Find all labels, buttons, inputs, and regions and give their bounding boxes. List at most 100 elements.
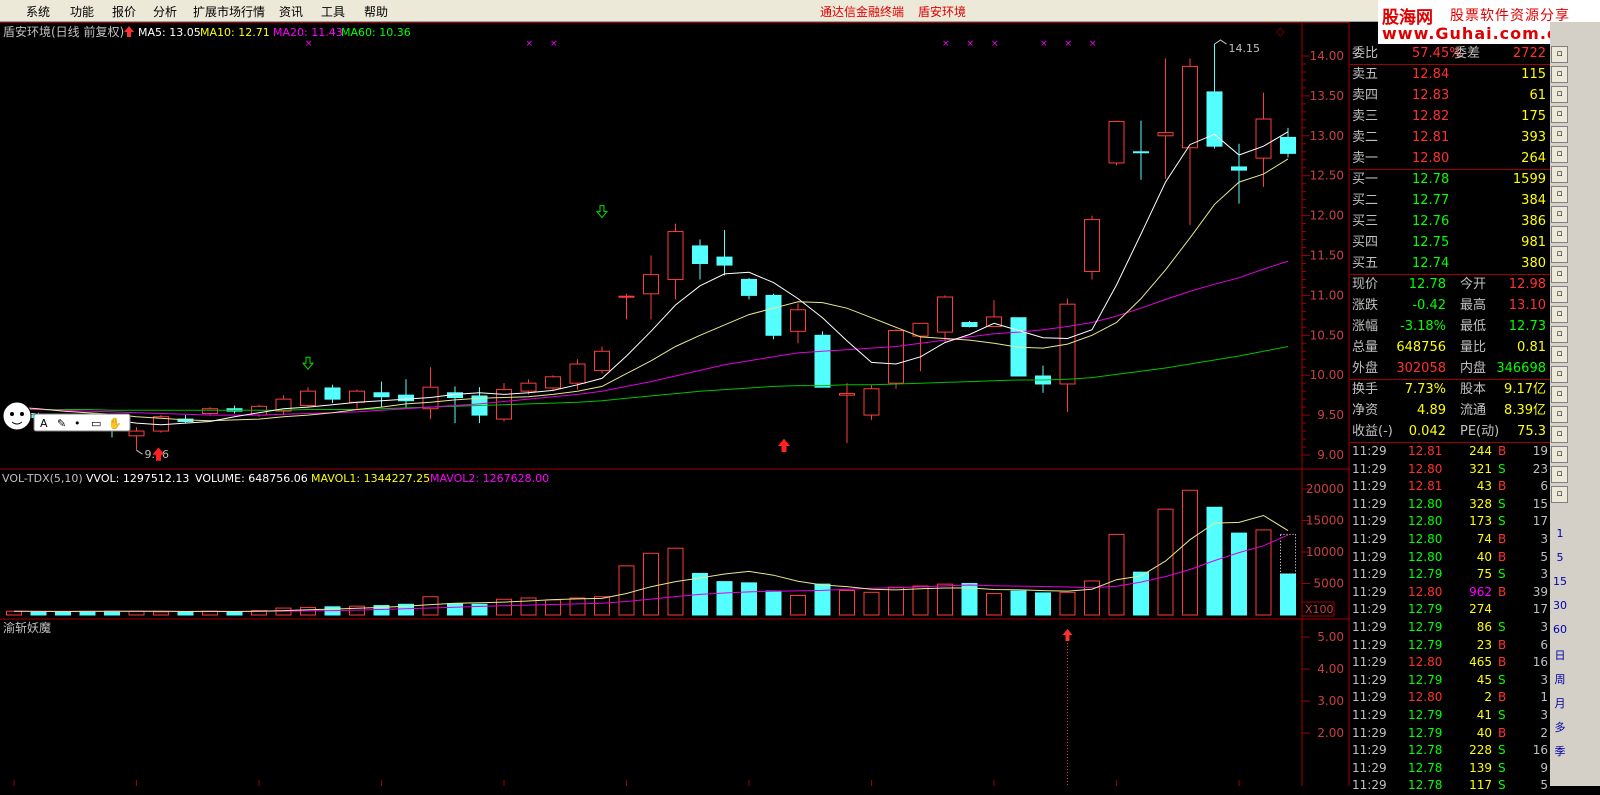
volume-bar[interactable] xyxy=(422,596,439,616)
toolbar-tool-icon[interactable]: ▫ xyxy=(1551,206,1568,223)
toolbar-tool-icon[interactable]: ▫ xyxy=(1551,66,1568,83)
volume-bar[interactable] xyxy=(1280,573,1296,616)
kline-chart[interactable]: 14.00 13.50 13.00 12.50 12.00 11.50 11.00 10.50… xyxy=(0,22,1350,786)
candle[interactable] xyxy=(1084,215,1100,280)
toolbar-tool-icon[interactable]: ▫ xyxy=(1551,186,1568,203)
volume-bar[interactable] xyxy=(153,611,169,616)
toolbar-tool-icon[interactable]: ▫ xyxy=(1551,286,1568,303)
menu-item-7[interactable]: 帮助 xyxy=(364,3,388,20)
volume-bar[interactable] xyxy=(594,596,610,616)
tick-count: 23 xyxy=(1532,461,1548,476)
volume-bar[interactable] xyxy=(1133,571,1149,616)
toolbar-tool-icon[interactable]: ▫ xyxy=(1551,106,1568,123)
toolbar-tool-icon[interactable]: ▫ xyxy=(1551,466,1568,483)
toolbar-tool-icon[interactable]: ▫ xyxy=(1551,446,1568,463)
volume-bar[interactable] xyxy=(618,565,635,616)
toolbar-tool-icon[interactable]: ▫ xyxy=(1551,146,1568,163)
volume-bar[interactable] xyxy=(1182,489,1198,616)
toolbar-tool-icon[interactable]: ▫ xyxy=(1551,86,1568,103)
toolbar-tool-icon[interactable]: ▫ xyxy=(1551,246,1568,263)
menu-item-3[interactable]: 分析 xyxy=(153,3,177,20)
period-button[interactable]: 月 xyxy=(1553,695,1567,711)
indicator-tick-label: 3.00 xyxy=(1317,694,1344,708)
draw-tool-icon[interactable]: ✎ xyxy=(57,417,66,430)
toolbar-tool-icon[interactable]: ▫ xyxy=(1551,386,1568,403)
candle[interactable] xyxy=(1108,120,1125,166)
volume-bar[interactable] xyxy=(1059,591,1076,616)
volume-bar[interactable] xyxy=(1010,590,1027,616)
period-button[interactable]: 60 xyxy=(1553,623,1567,636)
volume-bar[interactable] xyxy=(30,611,47,616)
toolbar-tool-icon[interactable]: ▫ xyxy=(1551,226,1568,243)
tick-side: B xyxy=(1498,725,1507,740)
volume-bar[interactable] xyxy=(55,611,71,616)
volume-bar[interactable] xyxy=(1084,580,1100,616)
toolbar-tool-icon[interactable]: ▫ xyxy=(1551,266,1568,283)
volume-bar[interactable] xyxy=(814,583,831,616)
price: 12.84 xyxy=(1412,67,1450,82)
period-button[interactable]: 日 xyxy=(1553,647,1567,663)
period-button[interactable]: 周 xyxy=(1553,671,1567,687)
volume-bar[interactable] xyxy=(643,552,659,616)
toolbar-tool-icon[interactable]: ▫ xyxy=(1551,486,1568,503)
menu-item-1[interactable]: 功能 xyxy=(70,3,94,20)
volume-bar[interactable] xyxy=(1157,508,1174,616)
toolbar-tool-icon[interactable]: ▫ xyxy=(1551,406,1568,423)
volume-bar[interactable] xyxy=(839,589,855,616)
toolbar-tool-icon[interactable]: ▫ xyxy=(1551,426,1568,443)
menu-item-6[interactable]: 工具 xyxy=(321,3,345,20)
volume: 393 xyxy=(1521,130,1546,145)
volume-bar[interactable] xyxy=(790,594,806,616)
volume-bar[interactable] xyxy=(888,586,904,616)
diamond-icon[interactable]: ◇ xyxy=(1276,25,1285,38)
draw-tool-icon[interactable]: A xyxy=(40,417,48,430)
candle[interactable] xyxy=(863,384,880,420)
toolbar-tool-icon[interactable]: ▫ xyxy=(1551,46,1568,63)
draw-tool-icon[interactable]: ✋ xyxy=(108,417,122,430)
volume-bar[interactable] xyxy=(1255,529,1272,616)
volume-bar[interactable] xyxy=(447,603,463,616)
volume-bar[interactable] xyxy=(937,583,953,616)
label: 委比 xyxy=(1352,46,1379,61)
candle[interactable] xyxy=(888,328,904,389)
period-button[interactable]: 15 xyxy=(1553,575,1567,588)
tick-count: 5 xyxy=(1540,778,1548,793)
volume-bar[interactable] xyxy=(912,585,929,616)
tick-side: S xyxy=(1498,708,1506,722)
period-button[interactable]: 多 xyxy=(1553,719,1567,735)
volume-bar[interactable] xyxy=(986,593,1002,616)
candle[interactable] xyxy=(202,407,218,416)
mascot-icon[interactable] xyxy=(2,401,32,431)
volume-bar[interactable] xyxy=(716,581,733,616)
volume-bar[interactable] xyxy=(177,611,194,616)
candle[interactable] xyxy=(765,293,782,340)
toolbar-tool-icon[interactable]: ▫ xyxy=(1551,166,1568,183)
volume-bar[interactable] xyxy=(226,611,243,616)
toolbar-tool-icon[interactable]: ▫ xyxy=(1551,366,1568,383)
period-button[interactable]: 季 xyxy=(1553,743,1567,759)
volume-bar[interactable] xyxy=(1231,532,1247,616)
volume-bar[interactable] xyxy=(1035,592,1051,616)
period-button[interactable]: 30 xyxy=(1553,599,1567,612)
volume-bar[interactable] xyxy=(545,599,561,616)
toolbar-tool-icon[interactable]: ▫ xyxy=(1551,306,1568,323)
toolbar-tool-icon[interactable]: ▫ xyxy=(1551,346,1568,363)
toolbar-tool-icon[interactable]: ▫ xyxy=(1551,126,1568,143)
menu-item-2[interactable]: 报价 xyxy=(112,3,136,20)
period-button[interactable]: 5 xyxy=(1553,551,1567,564)
volume-bar[interactable] xyxy=(741,582,757,616)
menu-item-5[interactable]: 资讯 xyxy=(279,3,303,20)
toolbar-tool-icon[interactable]: ▫ xyxy=(1551,326,1568,343)
volume-bar[interactable] xyxy=(765,590,782,616)
draw-tool-icon[interactable]: • xyxy=(74,417,81,430)
volume-bar[interactable] xyxy=(863,591,880,616)
period-button[interactable]: 1 xyxy=(1553,527,1567,540)
tick-price: 12.79 xyxy=(1408,708,1443,722)
candle[interactable] xyxy=(814,331,831,388)
draw-tool-icon[interactable]: ▭ xyxy=(91,417,101,430)
volume-bar[interactable] xyxy=(569,597,586,616)
window-title: 通达信金融终端 盾安环境 xyxy=(820,3,980,20)
menu-item-4[interactable]: 扩展市场行情 xyxy=(193,3,265,20)
menu-item-0[interactable]: 系统 xyxy=(26,3,50,20)
volume-bar[interactable] xyxy=(1108,533,1125,616)
